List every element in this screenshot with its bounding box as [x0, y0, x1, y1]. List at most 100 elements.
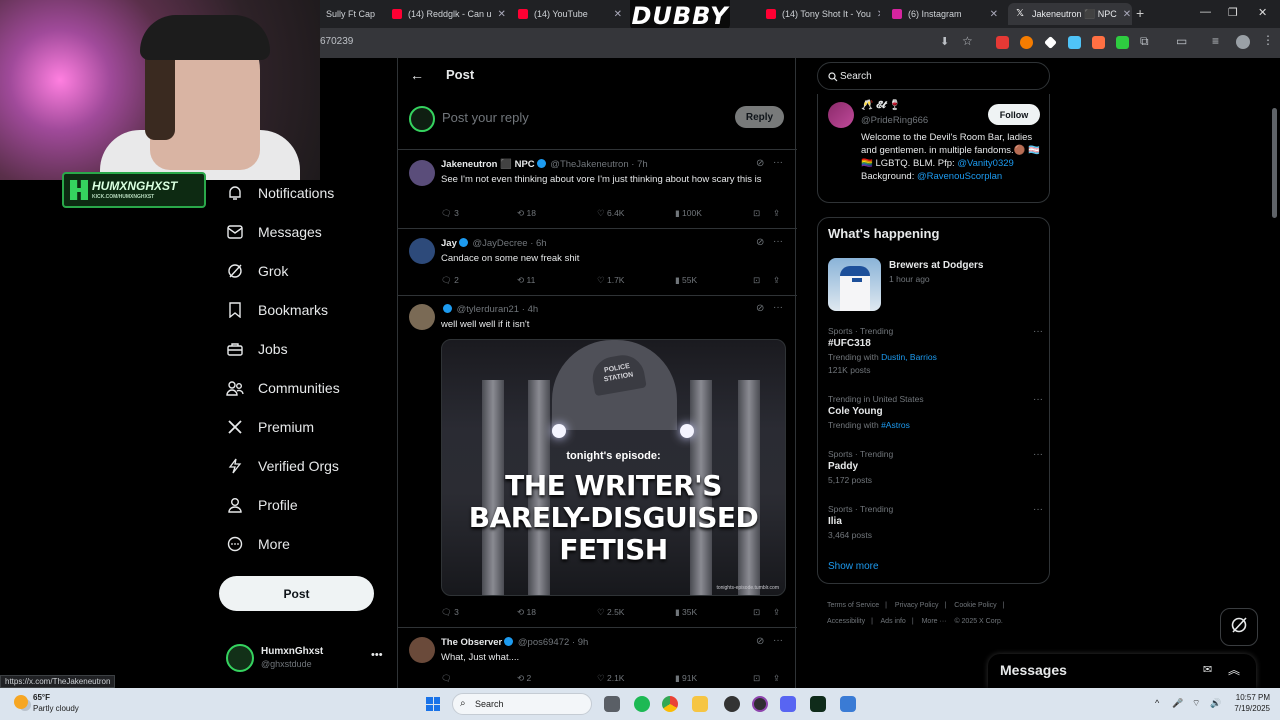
extension-icon[interactable] — [1092, 36, 1105, 49]
chevron-up-icon[interactable]: ︽ — [1228, 661, 1240, 678]
chevron-up-icon[interactable]: ^ — [1155, 698, 1159, 708]
tweet-handle[interactable]: @JayDecree — [473, 238, 528, 249]
trend-meta-link[interactable]: #Astros — [881, 420, 910, 430]
trend-item[interactable]: Trending in United States Cole Young Tre… — [828, 394, 1043, 430]
tweet-author-name[interactable]: Jakeneutron ⬛ NPC — [441, 159, 535, 170]
wifi-icon[interactable]: ⌔ — [1192, 698, 1200, 709]
bookmark-icon[interactable]: ⊡ — [753, 607, 760, 618]
like-icon[interactable]: ♡ 1.7K — [597, 275, 624, 286]
browser-tab[interactable]: (14) Tony Shot It - You ✕ — [758, 3, 880, 25]
close-icon[interactable]: ✕ — [877, 9, 880, 20]
share-icon[interactable]: ⇪ — [773, 275, 780, 286]
adblock-icon[interactable] — [996, 36, 1009, 49]
tweet[interactable]: @tylerduran21 · 4h ⊘ ··· well well well … — [398, 296, 797, 628]
more-icon[interactable]: ··· — [773, 635, 783, 646]
install-icon[interactable]: ⬇ — [940, 35, 949, 48]
repost-icon[interactable]: ⟲ 18 — [517, 607, 536, 618]
close-window-icon[interactable]: ✕ — [1258, 6, 1267, 19]
system-clock[interactable]: 10:57 PM 7/19/2025 — [1226, 692, 1270, 714]
tweet-author-name[interactable]: Jay — [441, 238, 457, 249]
scrollbar-thumb[interactable] — [1272, 108, 1277, 218]
footer-link[interactable]: Privacy Policy — [895, 602, 939, 609]
more-icon[interactable]: ··· — [1033, 504, 1043, 515]
trend-item[interactable]: Sports · Trending Ilia 3,464 posts ··· — [828, 504, 1043, 540]
back-arrow-icon[interactable]: ← — [410, 67, 424, 83]
more-icon[interactable]: ··· — [773, 236, 783, 247]
terminal-icon[interactable] — [810, 696, 826, 712]
repost-icon[interactable]: ⟲ 2 — [517, 673, 531, 684]
footer-link[interactable]: Ads info — [881, 618, 906, 625]
nav-profile[interactable]: Profile — [226, 496, 298, 514]
repost-icon[interactable]: ⟲ 11 — [517, 275, 535, 286]
tweet-handle[interactable]: @pos69472 — [518, 637, 569, 648]
search-input[interactable]: Search — [817, 62, 1050, 90]
bookmark-icon[interactable]: ⊡ — [753, 673, 760, 684]
nav-messages[interactable]: Messages — [226, 223, 322, 241]
tweet-time[interactable]: 6h — [536, 238, 547, 249]
extension-icon[interactable] — [1020, 36, 1033, 49]
event-title[interactable]: Brewers at Dodgers — [889, 260, 983, 271]
url-text[interactable]: 670239 — [320, 36, 353, 47]
trend-item[interactable]: Sports · Trending #UFC318 Trending with … — [828, 326, 1043, 375]
folder-icon[interactable] — [692, 696, 708, 712]
tweet-media[interactable]: POLICE STATION tonight's episode: THE WR… — [441, 339, 786, 596]
tweet[interactable]: Jakeneutron ⬛ NPC @TheJakeneutron · 7h ⊘… — [398, 152, 797, 229]
avatar[interactable] — [409, 160, 435, 186]
reading-list-icon[interactable]: ≡ — [1212, 34, 1219, 48]
avatar[interactable] — [409, 637, 435, 663]
tweet-time[interactable]: 4h — [528, 304, 539, 315]
trend-meta-link[interactable]: Dustin, Barrios — [881, 352, 937, 362]
footer-link[interactable]: Accessibility — [827, 618, 865, 625]
sidepanel-icon[interactable]: ▭ — [1176, 34, 1187, 48]
footer-link[interactable]: Terms of Service — [827, 602, 879, 609]
views-icon[interactable]: ▮ 55K — [675, 275, 697, 286]
more-icon[interactable]: ··· — [773, 157, 783, 168]
close-icon[interactable]: ✕ — [498, 9, 506, 20]
extension-icon[interactable] — [1116, 36, 1129, 49]
grok-fab-button[interactable] — [1220, 608, 1258, 646]
tweet-author-name[interactable]: The Observer — [441, 637, 502, 648]
reply-icon[interactable]: 🗨 — [441, 673, 452, 684]
avatar[interactable] — [409, 238, 435, 264]
puzzle-icon[interactable]: ⧉ — [1140, 34, 1149, 49]
messages-dock[interactable]: Messages ✉ ︽ — [988, 654, 1256, 688]
new-message-icon[interactable]: ✉ — [1203, 663, 1212, 676]
tweet-handle[interactable]: @TheJakeneutron — [550, 159, 628, 170]
bio-link[interactable]: @RavenouScorplan — [917, 171, 1002, 182]
like-icon[interactable]: ♡ 6.4K — [597, 208, 624, 219]
grok-icon[interactable]: ⊘ — [756, 158, 764, 169]
reply-button[interactable]: Reply — [735, 106, 784, 128]
grok-icon[interactable]: ⊘ — [756, 636, 764, 647]
footer-link[interactable]: Cookie Policy — [954, 602, 996, 609]
trend-item[interactable]: Sports · Trending Paddy 5,172 posts ··· — [828, 449, 1043, 485]
windows-start-icon[interactable] — [426, 697, 440, 711]
maximize-icon[interactable]: ❐ — [1228, 6, 1238, 19]
nav-notifications[interactable]: Notifications — [226, 184, 334, 202]
more-icon[interactable]: ••• — [371, 649, 383, 661]
volume-icon[interactable]: 🔊 — [1210, 698, 1221, 709]
spotify-icon[interactable] — [634, 696, 650, 712]
star-icon[interactable]: ☆ — [962, 34, 973, 48]
profile-name[interactable]: 🥂 𝓔𝓽 🍷 — [861, 100, 901, 111]
close-icon[interactable]: ✕ — [614, 9, 622, 20]
more-icon[interactable]: ··· — [773, 302, 783, 313]
more-icon[interactable]: ··· — [1033, 326, 1043, 337]
nav-communities[interactable]: Communities — [226, 379, 340, 397]
new-tab-button[interactable]: + — [1136, 5, 1144, 21]
more-icon[interactable]: ··· — [1033, 449, 1043, 460]
nav-verified-orgs[interactable]: Verified Orgs — [226, 457, 339, 475]
like-icon[interactable]: ♡ 2.1K — [597, 673, 624, 684]
weather-widget[interactable]: 65°F Partly cloudy — [33, 692, 79, 714]
scrollbar[interactable] — [1270, 58, 1278, 688]
tweet-handle[interactable]: @tylerduran21 — [457, 304, 519, 315]
reply-input[interactable]: Post your reply — [442, 110, 529, 125]
nav-more[interactable]: More — [226, 535, 290, 553]
nav-bookmarks[interactable]: Bookmarks — [226, 301, 328, 319]
close-icon[interactable]: ✕ — [1123, 9, 1131, 20]
views-icon[interactable]: ▮ 100K — [675, 208, 702, 219]
nav-jobs[interactable]: Jobs — [226, 340, 288, 358]
reply-icon[interactable]: 🗨 2 — [441, 275, 459, 286]
avatar[interactable] — [409, 304, 435, 330]
footer-link[interactable]: More ··· — [922, 618, 947, 625]
file-explorer-taskbar-icon[interactable] — [604, 696, 620, 712]
